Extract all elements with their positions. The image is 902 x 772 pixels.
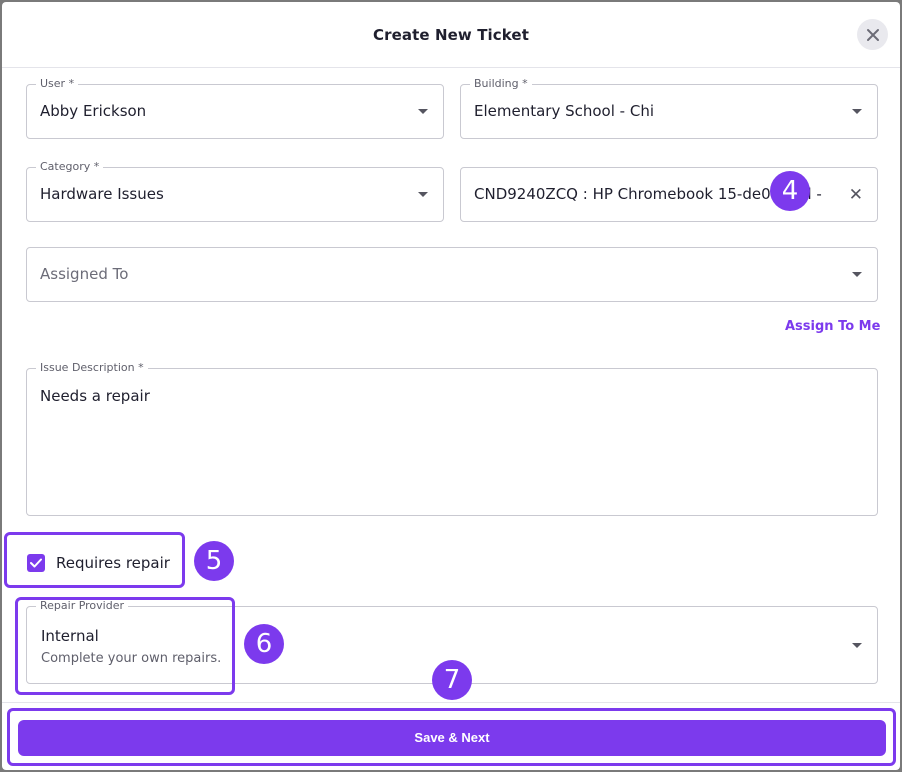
close-button[interactable] (857, 19, 888, 50)
building-label: Building * (470, 77, 532, 91)
issue-description-textarea[interactable]: Issue Description * Needs a repair (26, 361, 878, 516)
user-label: User * (36, 77, 79, 91)
highlight-repair-provider (15, 597, 235, 695)
category-value: Hardware Issues (40, 185, 164, 203)
chevron-down-icon (852, 272, 862, 277)
chevron-down-icon (418, 109, 428, 114)
highlight-save-button (7, 708, 896, 766)
footer-divider (2, 702, 900, 703)
close-icon (866, 28, 879, 41)
device-select[interactable]: CND9240ZCQ : HP Chromebook 15-de0015cl -… (460, 167, 878, 222)
callout-badge-6: 6 (244, 624, 284, 664)
chevron-down-icon (852, 109, 862, 114)
callout-badge-5: 5 (194, 541, 234, 581)
clear-icon[interactable]: ✕ (849, 185, 863, 205)
assign-to-me-link[interactable]: Assign To Me (785, 319, 880, 334)
highlight-requires-repair (4, 532, 185, 588)
user-value: Abby Erickson (40, 102, 147, 120)
modal-title: Create New Ticket (373, 26, 529, 44)
assigned-to-select[interactable]: Assigned To (26, 247, 878, 302)
building-value: Elementary School - Chi (474, 102, 654, 120)
chevron-down-icon (852, 643, 862, 648)
assigned-to-placeholder: Assigned To (40, 265, 129, 283)
category-label: Category * (36, 160, 104, 174)
building-select[interactable]: Building * Elementary School - Chi (460, 77, 878, 139)
category-select[interactable]: Category * Hardware Issues (26, 160, 444, 222)
create-ticket-modal: Create New Ticket User * Abby Erickson B… (2, 2, 900, 770)
modal-header: Create New Ticket (2, 2, 900, 68)
chevron-down-icon (418, 192, 428, 197)
issue-description-value: Needs a repair (40, 387, 150, 405)
issue-description-label: Issue Description * (36, 361, 148, 375)
user-select[interactable]: User * Abby Erickson (26, 77, 444, 139)
callout-badge-4: 4 (770, 171, 810, 211)
callout-badge-7: 7 (432, 660, 472, 700)
